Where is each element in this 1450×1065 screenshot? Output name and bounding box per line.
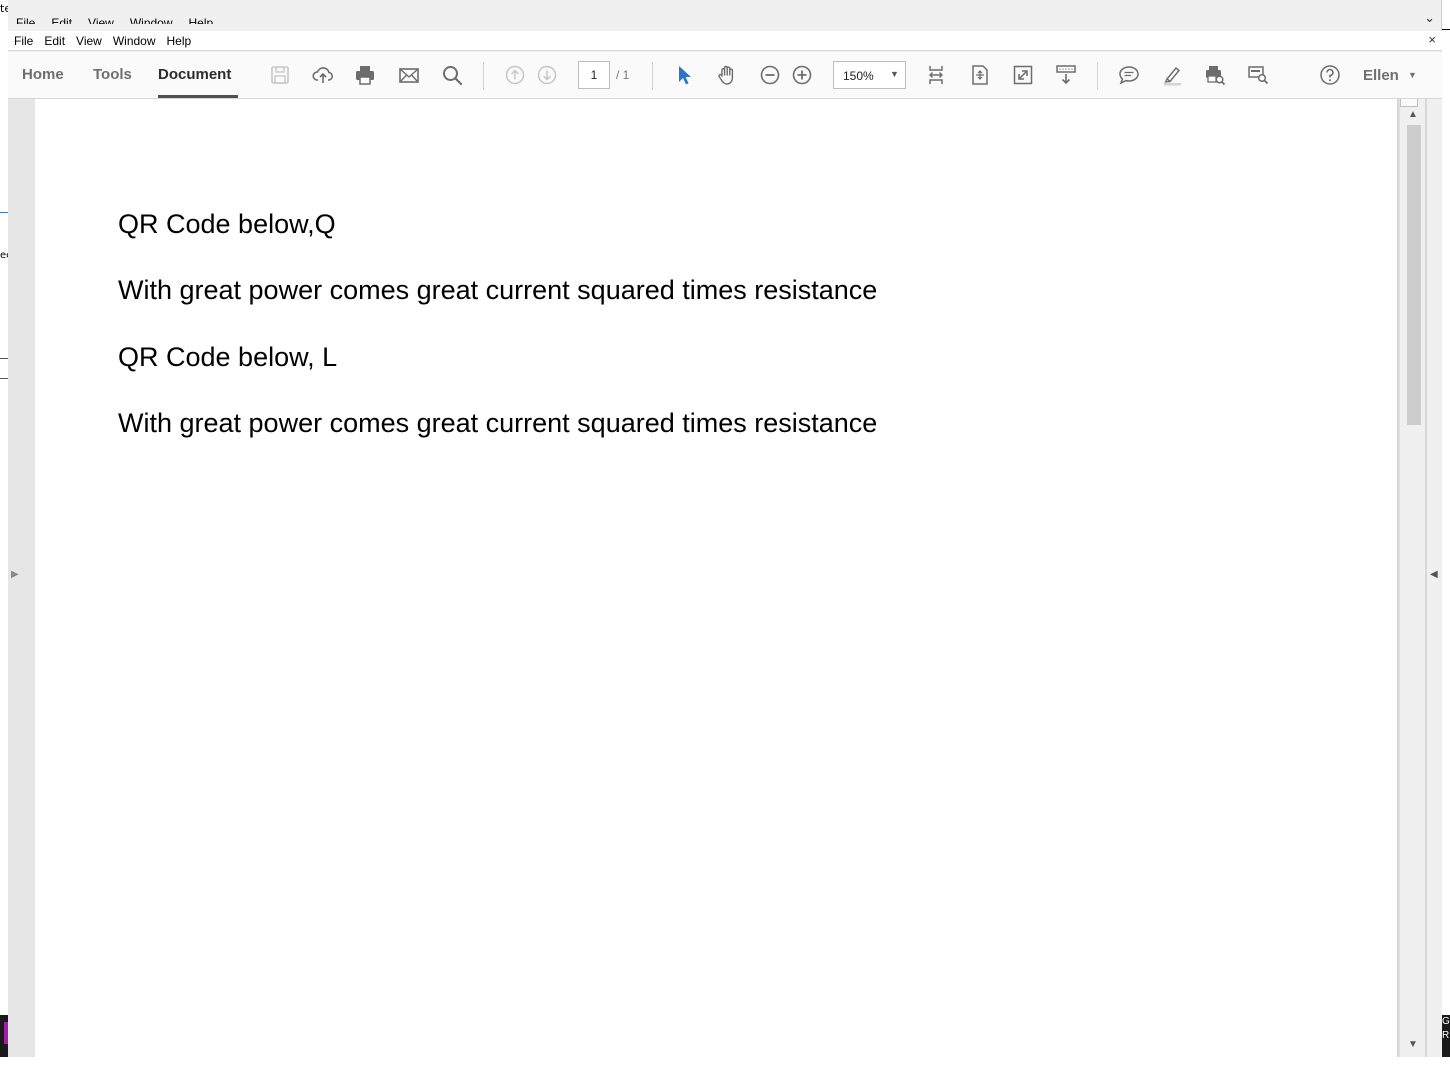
scroll-up-icon[interactable]: ▲ [1408,109,1418,120]
background-window-edge [0,0,8,1065]
document-text-line: With great power comes great current squ… [118,408,878,438]
menu-edit[interactable]: Edit [38,31,70,49]
acrobat-window: File Edit View Window Help ⌄ File Edit View Win… [8,0,1442,1057]
tab-document[interactable]: Document [158,66,231,83]
expand-right-icon[interactable]: ◀ [1430,569,1438,580]
comment-icon[interactable] [1116,62,1142,88]
menu-help[interactable]: Help [161,31,197,49]
print-icon[interactable] [352,62,378,88]
toolbar: Home Tools Document 1 / 1 150% ▼ Ellen ▼ [8,52,1442,99]
close-icon[interactable]: × [1428,32,1436,47]
print-preview-icon[interactable] [1202,62,1228,88]
toolbar-separator [1097,62,1098,90]
page-number-input[interactable]: 1 [578,61,610,89]
user-menu[interactable]: Ellen [1363,67,1399,84]
redact-search-icon[interactable] [1245,62,1271,88]
menu-window[interactable]: Window [107,31,161,49]
background-divider [0,358,8,359]
scrollbar-thumb[interactable] [1407,125,1421,425]
vertical-scrollbar[interactable]: ▲ ▼ [1399,99,1425,1057]
left-pane-toggle[interactable]: ▶ [8,99,35,1057]
taskbar-fragment: G R [1442,1015,1450,1057]
document-viewport: ▶ QR Code below,Q With great power comes… [8,99,1442,1057]
help-icon[interactable] [1317,62,1343,88]
ghost-menu-item: Edit [51,16,73,24]
fit-page-icon[interactable] [967,62,993,88]
next-page-icon[interactable] [534,62,560,88]
email-icon[interactable] [396,62,422,88]
menu-view[interactable]: View [70,31,107,49]
chevron-down-icon[interactable]: ▼ [1408,70,1417,80]
document-text-line: QR Code below,Q [118,209,336,239]
document-text-line: With great power comes great current squ… [118,275,878,305]
save-icon[interactable] [267,62,293,88]
chevron-down-icon: ▼ [890,69,899,79]
scroll-mode-icon[interactable] [1053,62,1079,88]
hand-tool-icon[interactable] [714,62,740,88]
highlight-icon[interactable] [1159,62,1185,88]
split-handle[interactable] [1400,99,1418,107]
menubar: File Edit View Window Help × [8,31,1442,51]
active-tab-indicator [158,95,238,98]
background-window-edge [1442,0,1450,30]
zoom-in-icon[interactable] [789,62,815,88]
toolbar-separator [483,62,484,90]
full-screen-icon[interactable] [1010,62,1036,88]
ghost-menubar: File Edit View Window Help [16,10,229,24]
tab-home[interactable]: Home [22,66,64,83]
cloud-upload-icon[interactable] [310,62,336,88]
right-pane-toggle[interactable]: ◀ [1427,99,1442,1057]
ghost-menu-item: Help [188,16,214,24]
expand-left-icon[interactable]: ▶ [11,569,19,580]
fit-width-icon[interactable] [923,62,949,88]
toolbar-separator [652,62,653,90]
zoom-level-select[interactable]: 150% ▼ [833,61,906,89]
previous-page-icon[interactable] [502,62,528,88]
chevron-down-icon[interactable]: ⌄ [1424,10,1435,26]
pdf-page: QR Code below,Q With great power comes g… [35,99,1397,1057]
ghost-menu-item: File [16,16,36,24]
zoom-out-icon[interactable] [757,62,783,88]
ghost-menu-item: Window [129,16,173,24]
document-text-line: QR Code below, L [118,342,338,372]
menu-file[interactable]: File [8,31,38,49]
zoom-level-value: 150% [843,69,874,83]
page-count: / 1 [616,68,630,82]
tab-tools[interactable]: Tools [93,66,132,83]
select-cursor-icon[interactable] [671,62,697,88]
search-icon[interactable] [439,62,465,88]
ghost-menu-item: View [88,16,114,24]
background-divider [0,212,8,213]
background-divider [0,378,8,379]
scroll-down-icon[interactable]: ▼ [1408,1039,1418,1050]
